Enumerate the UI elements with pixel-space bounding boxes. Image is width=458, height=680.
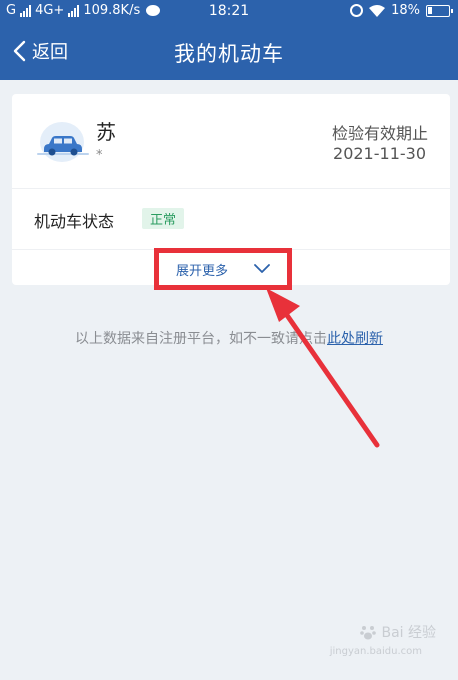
refresh-link[interactable]: 此处刷新 <box>327 331 383 347</box>
inspection-date: 2021-11-30 <box>333 144 426 163</box>
expand-more-button[interactable]: 展开更多 <box>154 248 292 290</box>
status-bar: G 4G+ 109.8K/s 18:21 18% <box>0 0 458 22</box>
status-badge: 正常 <box>142 208 185 229</box>
alarm-icon <box>350 4 364 17</box>
car-icon <box>37 122 89 162</box>
expand-more-label: 展开更多 <box>175 263 228 279</box>
plate-number: 苏 <box>96 120 116 144</box>
status-label: 机动车状态 <box>34 212 115 231</box>
wifi-icon <box>369 4 386 17</box>
watermark: Bai 经验 <box>359 622 436 642</box>
watermark-url: jingyan.baidu.com <box>329 646 422 657</box>
plate-detail: * <box>96 148 103 163</box>
page-title: 我的机动车 <box>174 42 284 66</box>
note-text: 以上数据来自注册平台，如不一致请点击 <box>75 331 327 347</box>
arrow-head <box>266 288 300 322</box>
inspection-label: 检验有效期止 <box>331 124 428 143</box>
battery-percent: 18% <box>391 3 420 18</box>
battery-icon <box>426 4 453 17</box>
watermark-brand: Bai 经验 <box>381 625 436 641</box>
chevron-down-icon <box>254 264 270 273</box>
header: G 4G+ 109.8K/s 18:21 18% 返回 我的机动车 <box>0 0 458 80</box>
data-source-note: 以上数据来自注册平台，如不一致请点击此处刷新 <box>0 328 458 348</box>
vehicle-summary[interactable]: 苏 * 检验有效期止 2021-11-30 <box>12 94 450 189</box>
paw-icon <box>360 626 377 640</box>
app-bar: 返回 我的机动车 <box>0 22 458 80</box>
status-bar-right: 18% <box>350 3 453 18</box>
vehicle-status-row: 机动车状态 正常 <box>12 190 450 250</box>
